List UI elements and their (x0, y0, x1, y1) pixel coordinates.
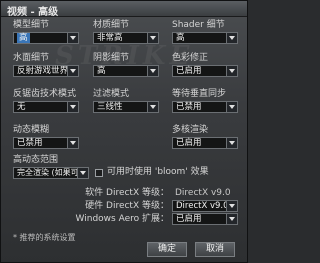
chevron-down-icon (147, 33, 158, 43)
filter-mode-label: 过滤模式 (93, 89, 130, 99)
chevron-down-icon (67, 66, 78, 76)
shader-detail-label: Shader 细节 (172, 20, 225, 30)
chevron-down-icon (226, 102, 237, 112)
shadow-detail-label: 阴影细节 (93, 53, 130, 63)
multicore-render-label: 多核渲染 (172, 125, 209, 135)
chevron-down-icon (226, 214, 237, 224)
chevron-down-icon (67, 102, 78, 112)
water-detail-dropdown[interactable]: 反射游戏世界 (13, 65, 79, 77)
color-correction-dropdown[interactable]: 已启用 (172, 65, 238, 77)
texture-detail-dropdown[interactable]: 非常高 (93, 32, 159, 44)
hdr-label: 高动态范围 (13, 155, 59, 165)
windows-aero-label: Windows Aero 扩展： (75, 214, 169, 224)
vsync-label: 等待垂直同步 (172, 89, 227, 99)
chevron-down-icon (226, 138, 237, 148)
hardware-directx-dropdown[interactable]: DirectX v9.0+ (172, 200, 238, 212)
vsync-dropdown[interactable]: 已禁用 (172, 101, 238, 113)
hdr-dropdown[interactable]: 完全渲染 (如果可... (13, 167, 89, 179)
multicore-render-dropdown[interactable]: 已启用 (172, 137, 238, 149)
model-detail-dropdown[interactable]: 高 (13, 32, 79, 44)
chevron-down-icon (67, 33, 78, 43)
color-correction-label: 色彩修正 (172, 53, 209, 63)
chevron-down-icon (226, 66, 237, 76)
shadow-detail-dropdown[interactable]: 高 (93, 65, 159, 77)
hardware-directx-label: 硬件 DirectX 等级： (85, 201, 169, 211)
texture-detail-label: 材质细节 (93, 20, 130, 30)
recommended-note: * 推荐的系统设置 (13, 233, 76, 242)
chevron-down-icon (77, 168, 88, 178)
ok-button[interactable]: 确定 (147, 242, 187, 257)
antialias-mode-dropdown[interactable]: 无 (13, 101, 79, 113)
model-detail-label: 模型细节 (13, 20, 50, 30)
motion-blur-label: 动态模糊 (13, 125, 50, 135)
chevron-down-icon (147, 66, 158, 76)
water-detail-label: 水面细节 (13, 53, 50, 63)
bloom-checkbox[interactable] (95, 169, 103, 177)
software-directx-label: 软件 DirectX 等级： (85, 188, 169, 198)
antialias-mode-label: 反锯齿技术模式 (13, 89, 77, 99)
dialog-title: 视频 - 高级 (7, 7, 59, 18)
filter-mode-dropdown[interactable]: 三线性 (93, 101, 159, 113)
chevron-down-icon (226, 201, 237, 211)
bloom-checkbox-label: 可用时使用 'bloom' 效果 (107, 167, 209, 177)
windows-aero-dropdown[interactable]: 已启用 (172, 213, 238, 225)
chevron-down-icon (67, 138, 78, 148)
title-bar[interactable]: 视频 - 高级 (1, 1, 247, 18)
chevron-down-icon (226, 33, 237, 43)
chevron-down-icon (147, 102, 158, 112)
motion-blur-dropdown[interactable]: 已禁用 (13, 137, 79, 149)
shader-detail-dropdown[interactable]: 高 (172, 32, 238, 44)
advanced-video-dialog: 视频 - 高级 STRIKE 模型细节 高 材质细节 非常高 Shader 细节… (0, 0, 248, 263)
software-directx-value: DirectX v9.0 (175, 188, 231, 198)
cancel-button[interactable]: 取消 (195, 242, 235, 257)
